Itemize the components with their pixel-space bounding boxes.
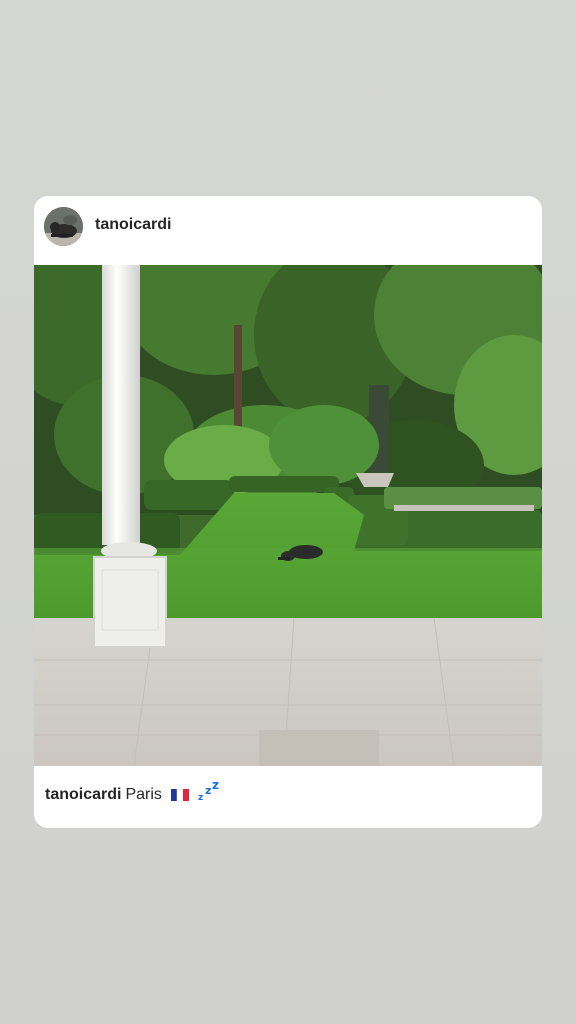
dog-avatar-icon <box>44 207 83 246</box>
zzz-sleeping-icon: z z z <box>198 780 219 802</box>
svg-text:z: z <box>205 784 211 797</box>
caption-username[interactable]: tanoicardi <box>45 786 121 804</box>
avatar[interactable] <box>44 207 83 246</box>
post-header: tanoicardi <box>34 196 542 265</box>
garden-photo <box>34 265 542 766</box>
svg-text:z: z <box>198 793 203 802</box>
france-flag-icon <box>170 789 189 801</box>
post-card[interactable]: tanoicardi tanoicardi Paris z z z <box>34 196 542 828</box>
post-caption: tanoicardi Paris z z z <box>45 780 222 804</box>
post-image[interactable] <box>34 265 542 766</box>
caption-text: Paris <box>125 786 162 803</box>
svg-text:z: z <box>212 780 219 792</box>
post-username[interactable]: tanoicardi <box>95 216 171 234</box>
